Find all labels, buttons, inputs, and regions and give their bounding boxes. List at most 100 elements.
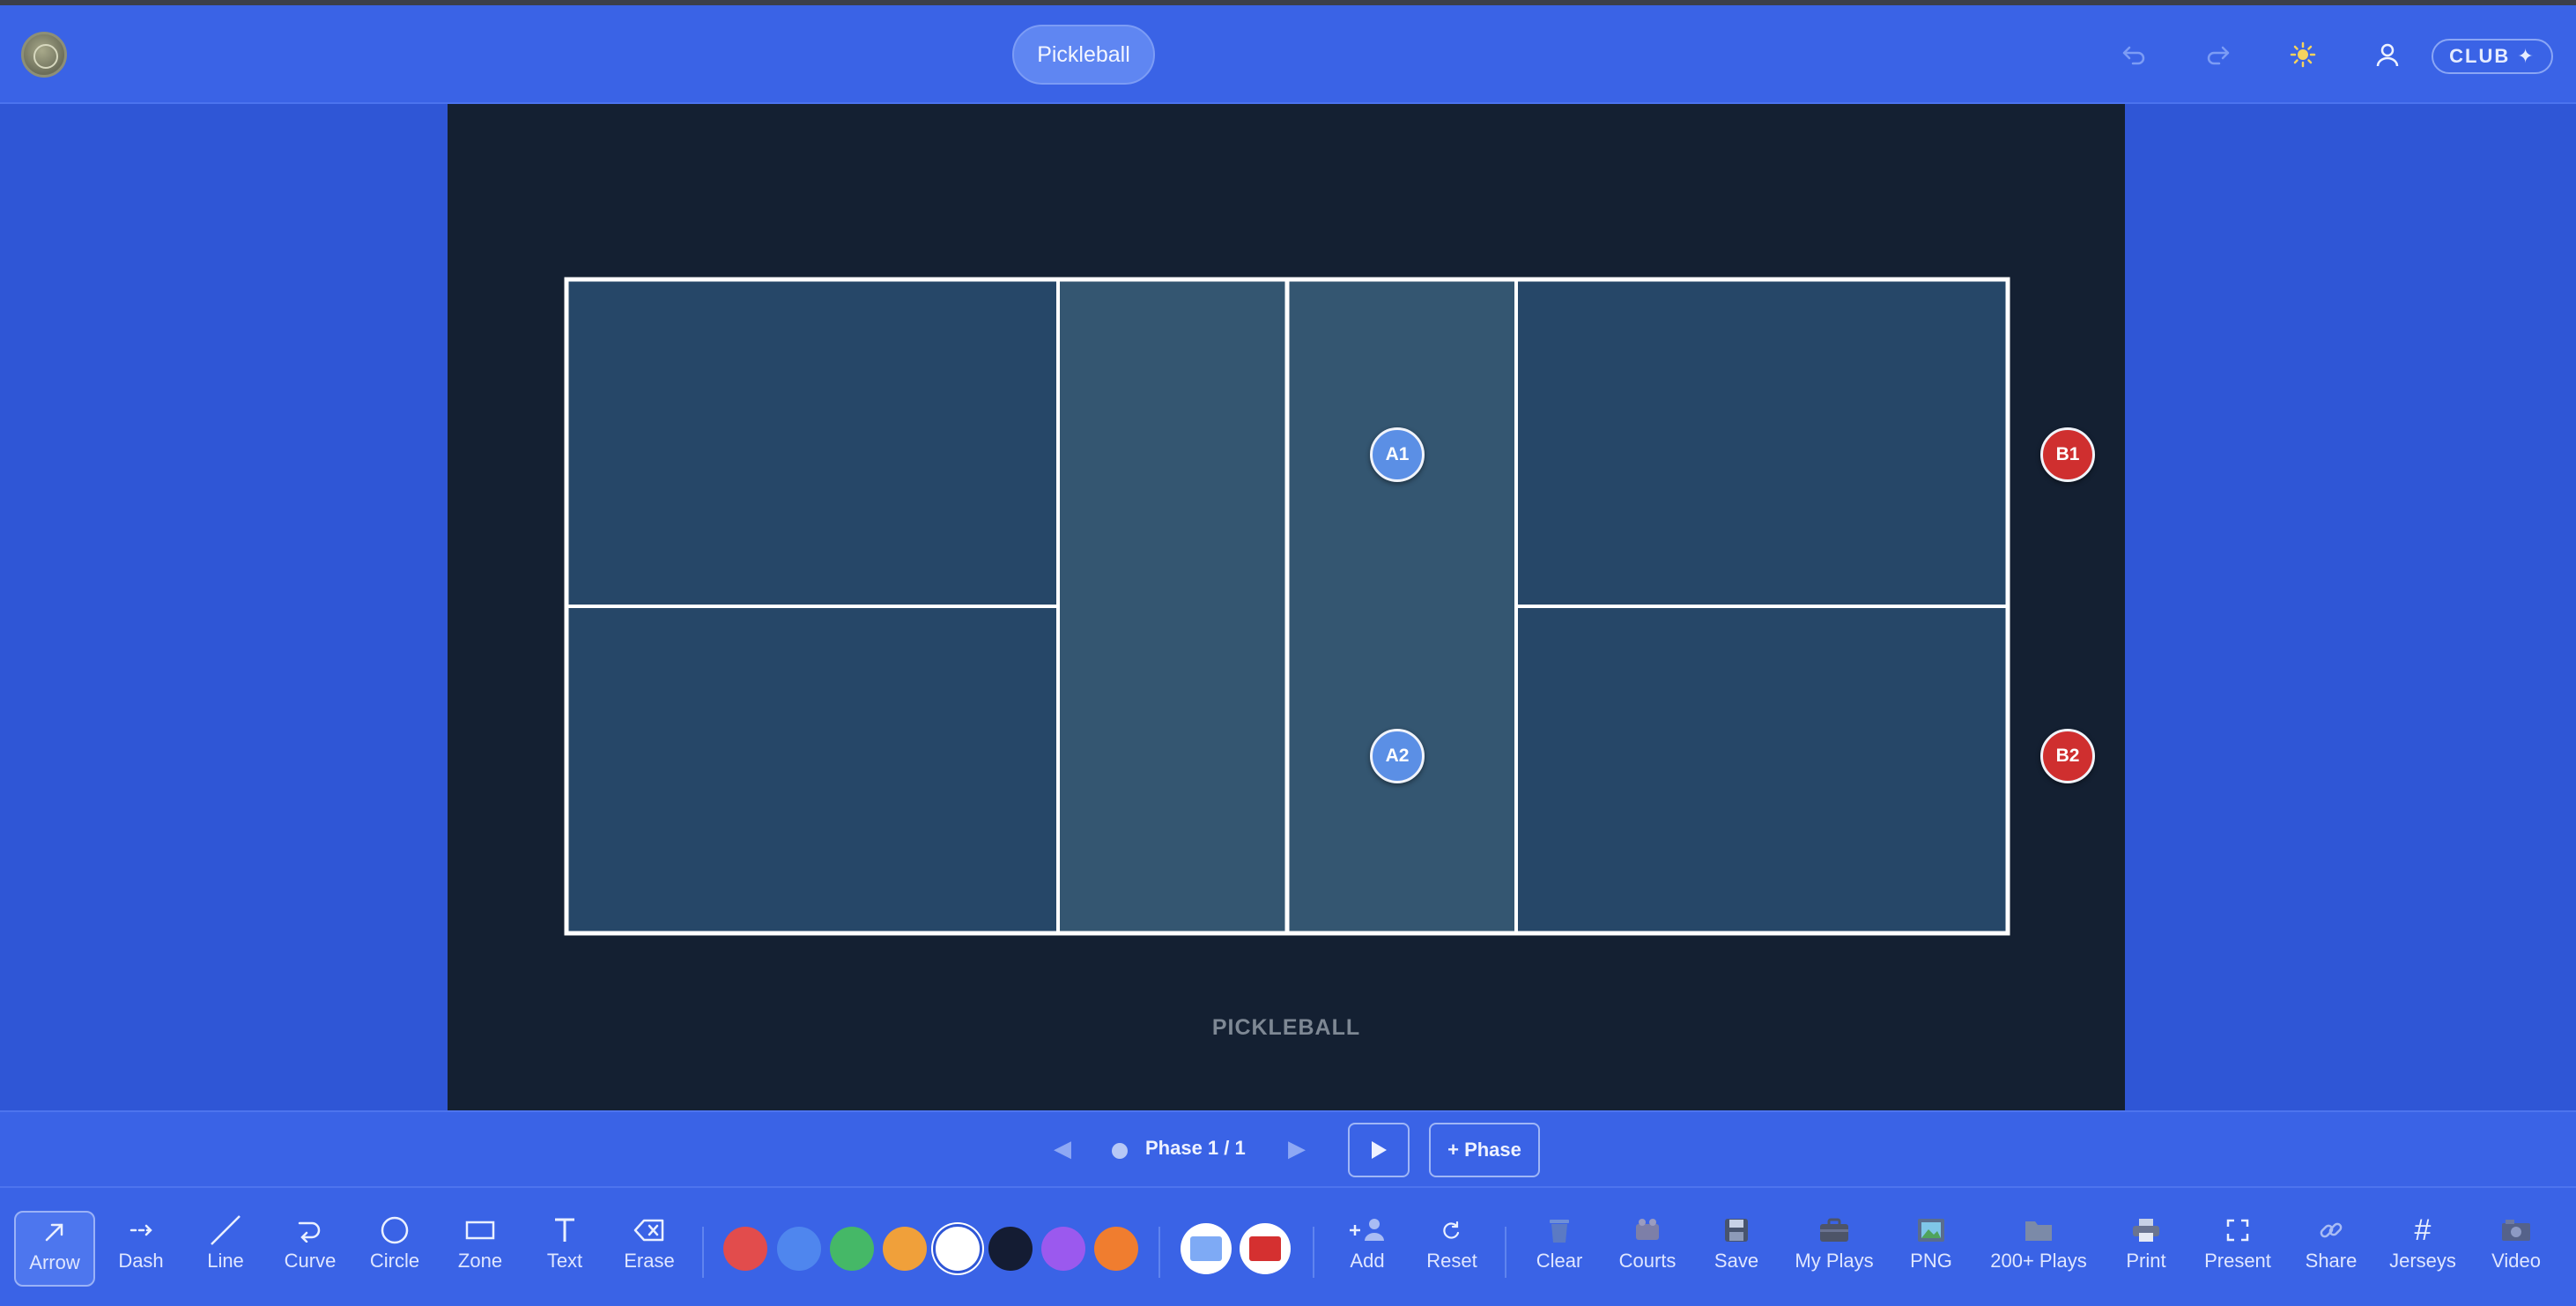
color-swatch-blue[interactable] xyxy=(777,1227,821,1271)
action-jerseys[interactable]: # Jerseys xyxy=(2387,1211,2458,1287)
phase-bar: ◀ Phase 1 / 1 ▶ + Phase xyxy=(0,1110,2576,1188)
fullscreen-icon xyxy=(2225,1211,2250,1250)
curve-icon xyxy=(296,1211,324,1250)
color-swatch-orange[interactable] xyxy=(1094,1227,1138,1271)
action-label: My Plays xyxy=(1795,1250,1874,1272)
action-label: Share xyxy=(2305,1250,2358,1272)
team-a-color-button[interactable] xyxy=(1181,1223,1232,1274)
tool-erase[interactable]: Erase xyxy=(614,1211,685,1287)
color-swatch-orange-yellow[interactable] xyxy=(883,1227,927,1271)
top-bar: Pickleball CLUB ✦ xyxy=(0,5,2576,104)
sport-selector-button[interactable]: Pickleball xyxy=(1012,25,1155,85)
tool-dash[interactable]: Dash xyxy=(106,1211,176,1287)
pickleball-court[interactable]: A1 A2 B1 B2 xyxy=(564,277,2095,936)
add-phase-button[interactable]: + Phase xyxy=(1429,1123,1540,1177)
action-my-plays[interactable]: My Plays xyxy=(1788,1211,1880,1287)
tool-label: Zone xyxy=(457,1250,503,1272)
color-swatch-purple[interactable] xyxy=(1041,1227,1085,1271)
action-label: Clear xyxy=(1536,1250,1583,1272)
action-label: PNG xyxy=(1910,1250,1952,1272)
action-reset[interactable]: Reset xyxy=(1417,1211,1487,1287)
action-save[interactable]: Save xyxy=(1701,1211,1772,1287)
player-b2[interactable]: B2 xyxy=(2040,729,2095,783)
action-add[interactable]: Add xyxy=(1332,1211,1403,1287)
tool-line[interactable]: Line xyxy=(190,1211,261,1287)
tool-label: Arrow xyxy=(29,1251,80,1273)
tool-circle[interactable]: Circle xyxy=(359,1211,430,1287)
redo-icon[interactable] xyxy=(2202,39,2234,70)
play-icon xyxy=(1372,1141,1387,1159)
tool-label: Line xyxy=(207,1250,244,1272)
tool-label: Text xyxy=(546,1250,583,1272)
play-board[interactable]: A1 A2 B1 B2 PICKLEBALL xyxy=(448,104,2125,1110)
color-swatch-green[interactable] xyxy=(830,1227,874,1271)
tool-zone[interactable]: Zone xyxy=(445,1211,515,1287)
save-icon xyxy=(1723,1211,1750,1250)
action-label: Video xyxy=(2491,1250,2541,1272)
tool-text[interactable]: Text xyxy=(529,1211,600,1287)
player-b1[interactable]: B1 xyxy=(2040,427,2095,482)
prev-phase-icon[interactable]: ◀ xyxy=(1054,1135,1071,1162)
tool-arrow[interactable]: Arrow xyxy=(14,1211,95,1287)
team-b-color-button[interactable] xyxy=(1240,1223,1291,1274)
phase-indicator-dot[interactable] xyxy=(1112,1143,1128,1159)
tool-label: Circle xyxy=(369,1250,420,1272)
club-badge[interactable]: CLUB ✦ xyxy=(2432,39,2553,74)
toolbar-divider xyxy=(702,1227,704,1278)
text-icon xyxy=(552,1211,577,1250)
action-label: Add xyxy=(1350,1250,1385,1272)
team-b-color-chip xyxy=(1249,1236,1281,1261)
action-label: Jerseys xyxy=(2389,1250,2456,1272)
erase-icon xyxy=(633,1211,665,1250)
action-label: Courts xyxy=(1618,1250,1677,1272)
tool-label: Dash xyxy=(118,1250,164,1272)
player-a1[interactable]: A1 xyxy=(1370,427,1425,482)
trash-icon xyxy=(1547,1211,1572,1250)
courts-icon xyxy=(1632,1211,1662,1250)
action-label: Print xyxy=(2126,1250,2166,1272)
action-video[interactable]: Video xyxy=(2481,1211,2551,1287)
player-a2[interactable]: A2 xyxy=(1370,729,1425,783)
color-swatch-white[interactable] xyxy=(936,1227,980,1271)
action-label: Present xyxy=(2204,1250,2271,1272)
printer-icon xyxy=(2131,1211,2161,1250)
action-200-plays[interactable]: 200+ Plays xyxy=(1984,1211,2093,1287)
action-label: Save xyxy=(1714,1250,1759,1272)
tool-label: Erase xyxy=(624,1250,675,1272)
arrow-icon xyxy=(42,1213,67,1251)
app-logo[interactable] xyxy=(21,32,67,78)
link-icon xyxy=(2318,1211,2344,1250)
toolbar-divider xyxy=(1505,1227,1506,1278)
zone-icon xyxy=(465,1211,495,1250)
user-icon[interactable] xyxy=(2372,39,2403,70)
add-player-icon xyxy=(1346,1211,1388,1250)
sun-icon[interactable] xyxy=(2287,39,2319,70)
play-animation-button[interactable] xyxy=(1348,1123,1410,1177)
court-label: PICKLEBALL xyxy=(1211,1015,1361,1040)
color-swatch-red[interactable] xyxy=(723,1227,767,1271)
action-label: Reset xyxy=(1426,1250,1477,1272)
action-clear[interactable]: Clear xyxy=(1524,1211,1595,1287)
line-icon xyxy=(210,1211,241,1250)
action-png[interactable]: PNG xyxy=(1896,1211,1966,1287)
court-lines xyxy=(564,277,2010,936)
video-icon xyxy=(2500,1211,2532,1250)
action-print[interactable]: Print xyxy=(2111,1211,2181,1287)
action-present[interactable]: Present xyxy=(2197,1211,2278,1287)
color-swatch-navy[interactable] xyxy=(988,1227,1033,1271)
undo-icon[interactable] xyxy=(2118,39,2150,70)
hash-icon: # xyxy=(2414,1213,2432,1247)
toolbar-divider xyxy=(1313,1227,1314,1278)
circle-icon xyxy=(380,1211,410,1250)
next-phase-icon[interactable]: ▶ xyxy=(1288,1135,1306,1162)
action-share[interactable]: Share xyxy=(2296,1211,2366,1287)
action-courts[interactable]: Courts xyxy=(1612,1211,1683,1287)
dash-arrow-icon xyxy=(129,1211,153,1250)
folder-icon xyxy=(2024,1211,2054,1250)
action-label: 200+ Plays xyxy=(1990,1250,2087,1272)
tool-label: Curve xyxy=(284,1250,337,1272)
tool-curve[interactable]: Curve xyxy=(275,1211,345,1287)
image-icon xyxy=(1916,1211,1946,1250)
reset-icon xyxy=(1441,1211,1462,1250)
phase-label: Phase 1 / 1 xyxy=(1145,1137,1246,1159)
